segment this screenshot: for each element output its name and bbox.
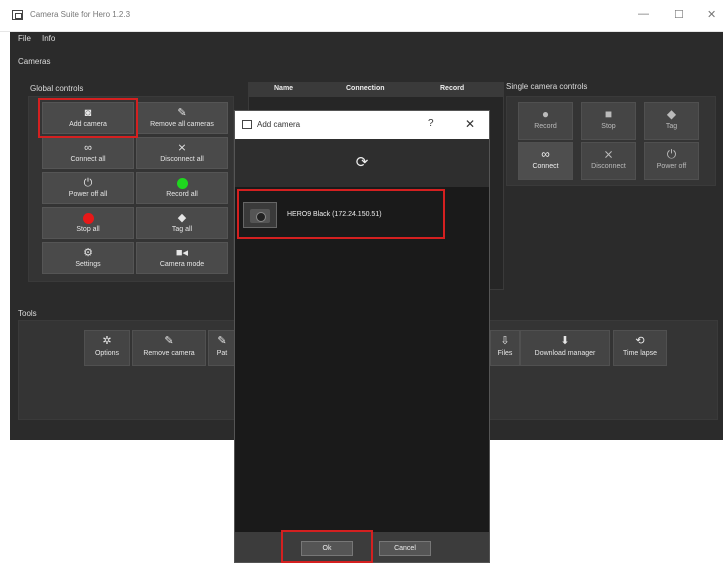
- brush-icon: ✎: [164, 335, 174, 347]
- unlink-icon: ⨯: [177, 142, 187, 154]
- window-titlebar: Camera Suite for Hero 1.2.3 — ☐ ✕: [0, 0, 723, 32]
- add-camera-dialog: Add camera ? ✕ ⟳ HERO9 Black (172.24.150…: [234, 110, 490, 563]
- file-icon: ⇩: [500, 335, 510, 347]
- files-label: Files: [497, 350, 513, 357]
- power-icon: ⏻: [83, 177, 93, 189]
- camera-list-item[interactable]: HERO9 Black (172.24.150.51): [239, 199, 439, 231]
- tools-title: Tools: [18, 309, 37, 318]
- refresh-icon[interactable]: ⟳: [356, 153, 369, 171]
- power-off-button[interactable]: ⏻ Power off: [644, 142, 699, 180]
- stop-label: Stop: [601, 123, 616, 130]
- disconnect-label: Disconnect: [591, 163, 626, 170]
- pat-label: Pat: [216, 350, 228, 357]
- link-icon: ∞: [84, 142, 92, 154]
- record-label: Record: [534, 123, 557, 130]
- timelapse-icon: ⟲: [635, 335, 645, 347]
- video-icon: ■◂: [175, 247, 189, 259]
- camera-thumbnail-icon: [243, 202, 277, 228]
- window-title: Camera Suite for Hero 1.2.3: [30, 10, 131, 19]
- cameras-section-label: Cameras: [18, 57, 51, 66]
- camera-mode-button[interactable]: ■◂ Camera mode: [136, 242, 228, 274]
- power-off-all-button[interactable]: ⏻ Power off all: [42, 172, 134, 204]
- tag-all-label: Tag all: [171, 226, 193, 233]
- link-icon: ∞: [541, 147, 550, 161]
- tag-label: Tag: [665, 123, 678, 130]
- app-icon: [12, 10, 23, 20]
- time-lapse-button[interactable]: ⟲ Time lapse: [613, 330, 667, 366]
- options-button[interactable]: ✲ Options: [84, 330, 130, 366]
- gear-icon: ✲: [102, 335, 112, 347]
- add-camera-label: Add camera: [69, 121, 107, 128]
- settings-button[interactable]: ⚙ Settings: [42, 242, 134, 274]
- connect-all-label: Connect all: [70, 156, 106, 163]
- maximize-button[interactable]: ☐: [674, 8, 684, 21]
- record-button[interactable]: ● Record: [518, 102, 573, 140]
- pat-button[interactable]: ✎ Pat: [208, 330, 236, 366]
- connect-button[interactable]: ∞ Connect: [518, 142, 573, 180]
- menu-bar: File Info: [10, 32, 723, 46]
- download-icon: ⬇: [560, 335, 570, 347]
- record-green-dot-icon: [176, 178, 188, 189]
- connect-label: Connect: [532, 163, 559, 170]
- connect-all-button[interactable]: ∞ Connect all: [42, 137, 134, 169]
- remove-camera-label: Remove camera: [143, 350, 195, 357]
- time-lapse-label: Time lapse: [623, 350, 657, 357]
- brush-icon: ✎: [177, 107, 187, 119]
- record-all-label: Record all: [166, 191, 198, 198]
- minimize-button[interactable]: —: [638, 8, 649, 20]
- menu-file[interactable]: File: [18, 34, 31, 43]
- single-camera-controls-title: Single camera controls: [506, 82, 588, 91]
- record-all-button[interactable]: Record all: [136, 172, 228, 204]
- global-controls-title: Global controls: [30, 84, 84, 93]
- disconnect-all-button[interactable]: ⨯ Disconnect all: [136, 137, 228, 169]
- files-button[interactable]: ⇩ Files: [490, 330, 520, 366]
- stop-icon: ■: [604, 107, 613, 121]
- dialog-footer: Ok Cancel: [235, 532, 489, 562]
- dialog-titlebar: Add camera ? ✕: [235, 111, 489, 139]
- remove-all-cameras-label: Remove all cameras: [150, 121, 214, 128]
- power-icon: ⏻: [666, 147, 677, 161]
- dialog-refresh-area: ⟳: [235, 139, 489, 187]
- disconnect-button[interactable]: ⨯ Disconnect: [581, 142, 636, 180]
- column-connection[interactable]: Connection: [346, 85, 385, 92]
- dialog-title: Add camera: [257, 120, 301, 129]
- column-name[interactable]: Name: [274, 85, 293, 92]
- tag-icon: ◆: [666, 107, 677, 121]
- partial-icon: ✎: [217, 335, 227, 347]
- remove-all-cameras-button[interactable]: ✎ Remove all cameras: [136, 102, 228, 134]
- tag-all-button[interactable]: ◆ Tag all: [136, 207, 228, 239]
- unlink-icon: ⨯: [603, 147, 614, 161]
- record-icon: ●: [541, 107, 550, 121]
- dialog-app-icon: [242, 120, 252, 129]
- download-manager-button[interactable]: ⬇ Download manager: [520, 330, 610, 366]
- menu-info[interactable]: Info: [42, 34, 55, 43]
- camera-table-header: Name Connection Record: [248, 82, 504, 96]
- tag-icon: ◆: [177, 212, 187, 224]
- camera-icon: ◙: [84, 107, 92, 119]
- add-camera-button[interactable]: ◙ Add camera: [42, 102, 134, 134]
- download-manager-label: Download manager: [534, 350, 596, 357]
- dialog-close-button[interactable]: ✕: [465, 117, 475, 131]
- power-off-all-label: Power off all: [68, 191, 108, 198]
- close-button[interactable]: ✕: [707, 8, 716, 21]
- stop-all-label: Stop all: [76, 226, 100, 233]
- stop-button[interactable]: ■ Stop: [581, 102, 636, 140]
- power-off-label: Power off: [656, 163, 687, 170]
- stop-red-dot-icon: [82, 213, 94, 224]
- tag-button[interactable]: ◆ Tag: [644, 102, 699, 140]
- column-record[interactable]: Record: [440, 85, 464, 92]
- camera-mode-label: Camera mode: [159, 261, 205, 268]
- ok-button[interactable]: Ok: [301, 541, 353, 556]
- settings-label: Settings: [75, 261, 101, 268]
- disconnect-all-label: Disconnect all: [160, 156, 204, 163]
- camera-list-item-label: HERO9 Black (172.24.150.51): [287, 211, 382, 218]
- options-label: Options: [94, 350, 120, 357]
- dialog-help-button[interactable]: ?: [428, 118, 434, 129]
- remove-camera-button[interactable]: ✎ Remove camera: [132, 330, 206, 366]
- settings-icon: ⚙: [83, 247, 93, 259]
- cancel-button[interactable]: Cancel: [379, 541, 431, 556]
- stop-all-button[interactable]: Stop all: [42, 207, 134, 239]
